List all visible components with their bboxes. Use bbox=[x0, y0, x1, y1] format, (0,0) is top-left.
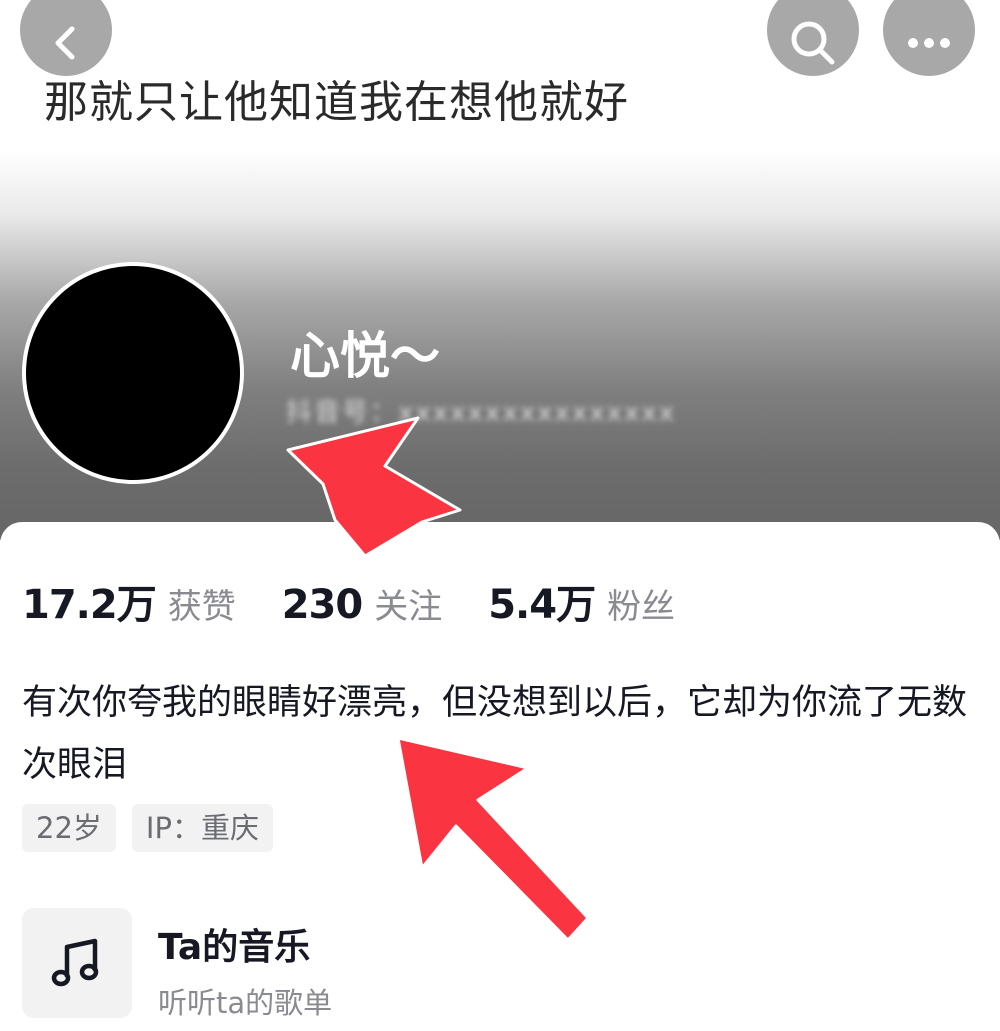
stat-label: 关注 bbox=[374, 587, 443, 627]
stat-label: 粉丝 bbox=[607, 587, 676, 627]
search-icon bbox=[791, 21, 835, 65]
chevron-left-icon bbox=[55, 26, 75, 60]
stat-label: 获赞 bbox=[167, 587, 236, 627]
avatar[interactable] bbox=[22, 262, 244, 484]
bio-text: 有次你夸我的眼睛好漂亮，但没想到以后，它却为你流了无数次眼泪 bbox=[22, 683, 968, 785]
music-note-icon bbox=[51, 938, 99, 987]
music-icon-box bbox=[22, 908, 132, 1018]
stat-followers[interactable]: 5.4万 粉丝 bbox=[488, 572, 675, 630]
music-entry[interactable]: Ta的音乐 听听ta的歌单 bbox=[22, 908, 982, 1020]
stats-row: 17.2万 获赞 230 关注 5.4万 粉丝 bbox=[22, 572, 721, 630]
more-horizontal-icon bbox=[908, 38, 950, 48]
music-title: Ta的音乐 bbox=[158, 927, 311, 968]
music-subtitle: 听听ta的歌单 bbox=[158, 986, 333, 1020]
header-signature: 那就只让他知道我在想他就好 bbox=[44, 77, 629, 128]
stat-likes[interactable]: 17.2万 获赞 bbox=[22, 572, 236, 630]
tag-age: 22岁 bbox=[22, 804, 116, 852]
tags-row: 22岁 IP：重庆 bbox=[22, 804, 289, 852]
nickname: 心悦～ bbox=[290, 327, 440, 385]
stat-value: 5.4万 bbox=[488, 582, 596, 628]
user-id: 抖音号：xxxxxxxxxxxxxxxx bbox=[286, 398, 677, 428]
stat-value: 17.2万 bbox=[22, 582, 157, 628]
stat-following[interactable]: 230 关注 bbox=[282, 579, 443, 628]
tag-ip-location: IP：重庆 bbox=[131, 804, 273, 852]
stat-value: 230 bbox=[281, 582, 363, 628]
